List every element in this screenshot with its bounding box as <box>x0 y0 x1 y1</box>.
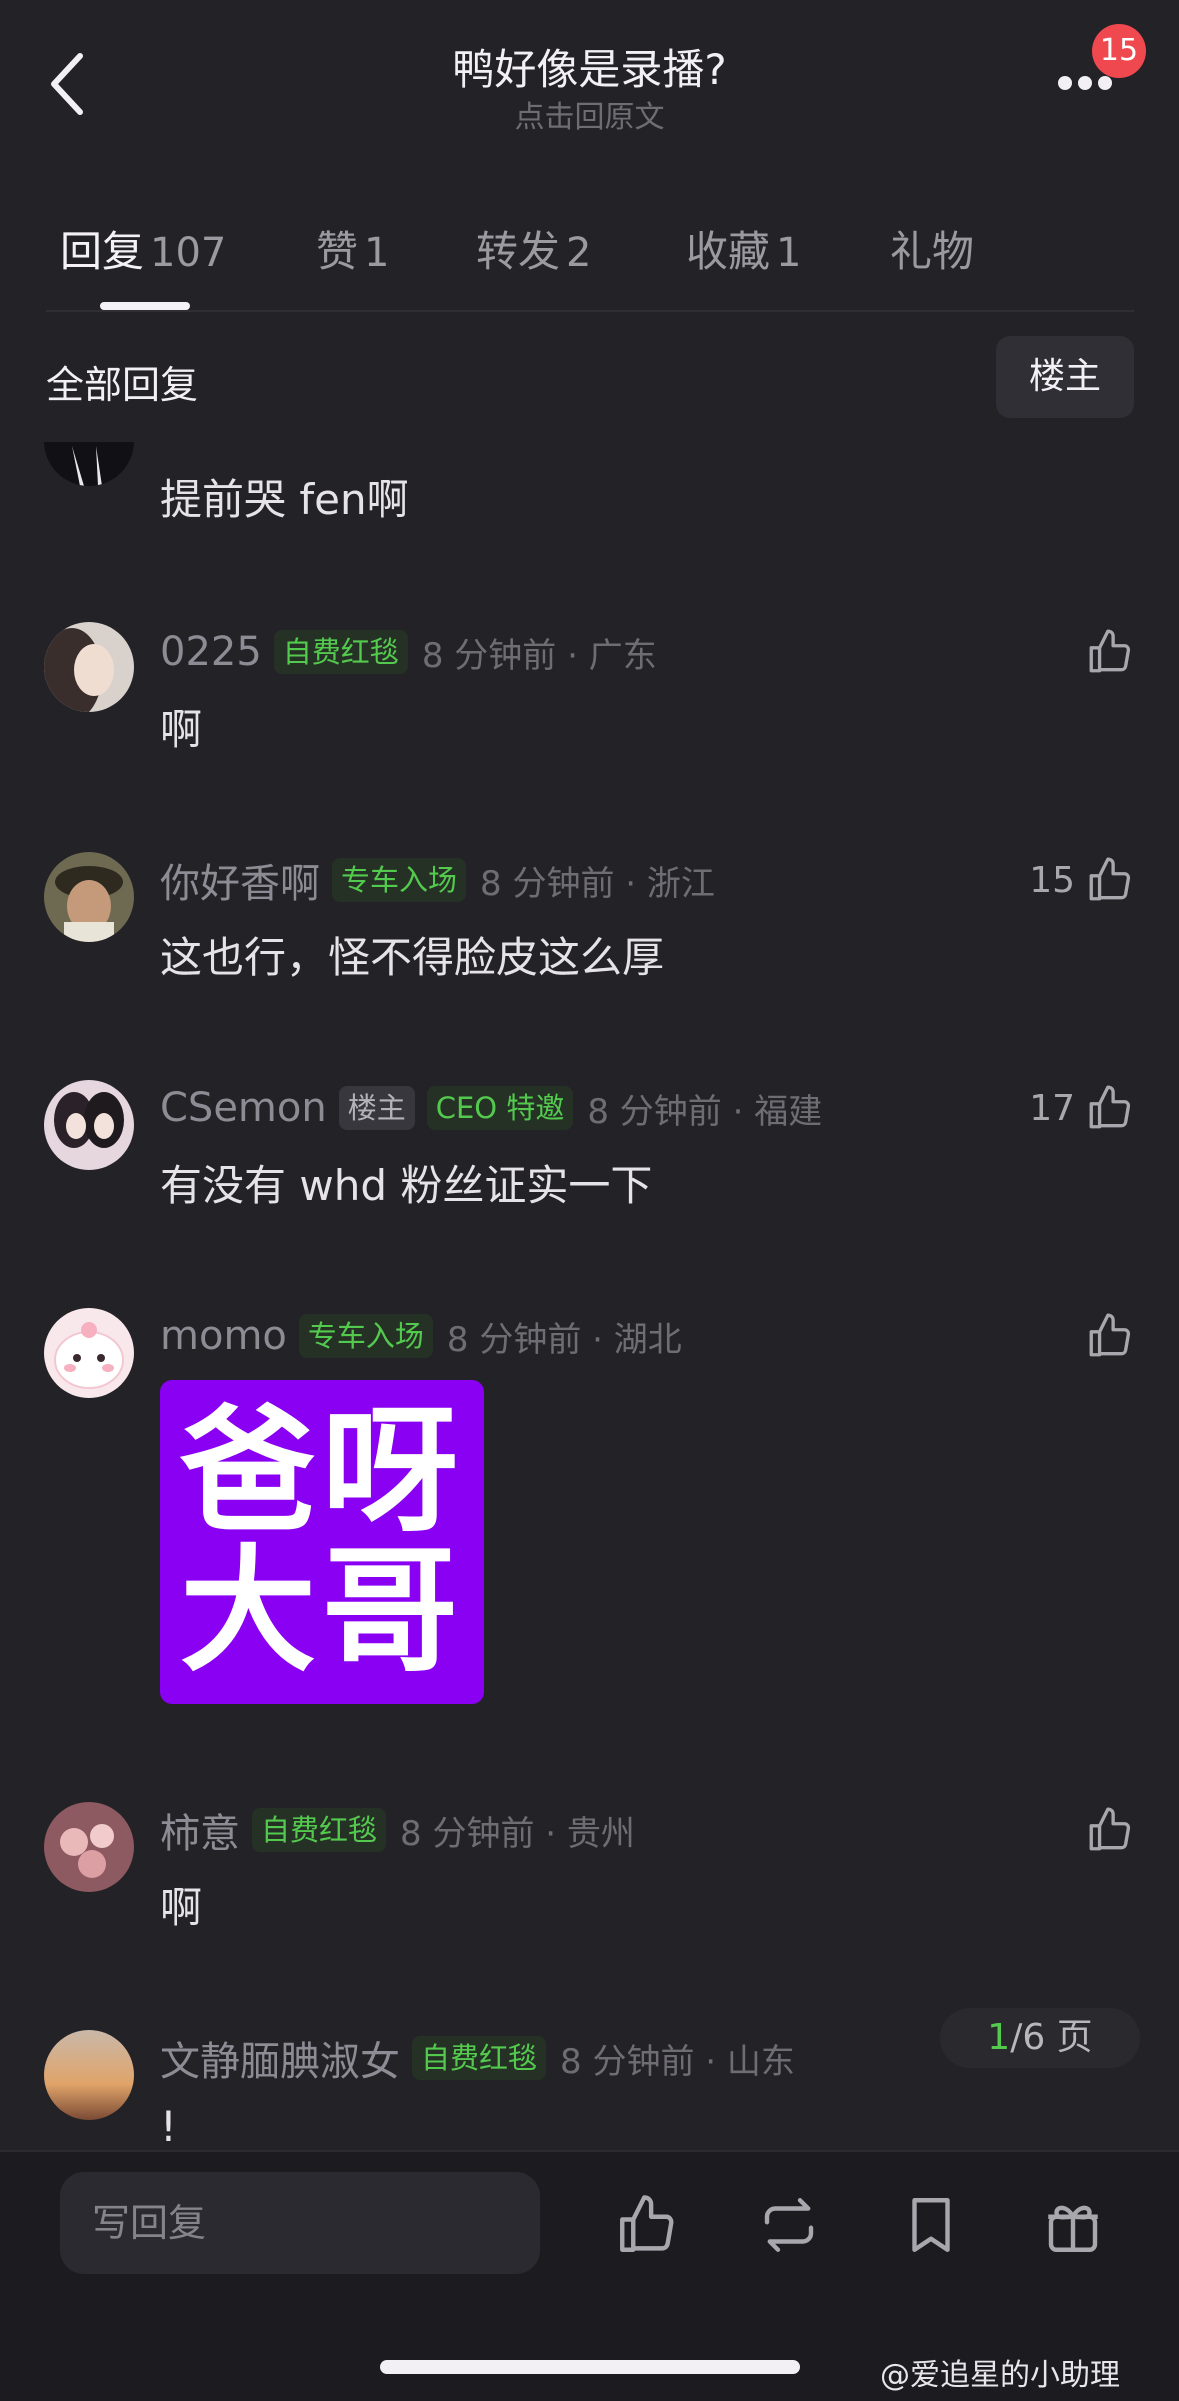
sticker-line: 爸呀 <box>180 1393 464 1551</box>
comment-header: momo 专车入场 8 分钟前 · 湖北 <box>160 1310 682 1362</box>
comment-text: ! <box>160 2102 177 2151</box>
section-title: 全部回复 <box>46 363 199 407</box>
timestamp: 8 分钟前 · 山东 <box>560 2041 795 2082</box>
gift-button[interactable] <box>1040 2192 1106 2258</box>
comment-text: 这也行，怪不得脸皮这么厚 <box>160 933 665 982</box>
comment-header: 你好香啊 专车入场 8 分钟前 · 浙江 <box>160 851 715 909</box>
page-title: 鸭好像是录播? <box>452 45 727 94</box>
timestamp: 8 分钟前 · 广东 <box>421 635 657 676</box>
avatar[interactable] <box>44 1080 134 1170</box>
timestamp: 8 分钟前 · 湖北 <box>446 1319 682 1360</box>
avatar[interactable] <box>44 1308 134 1398</box>
like-button[interactable] <box>1085 1308 1135 1364</box>
tab-active-indicator <box>100 302 190 310</box>
tab-label: 转发 <box>476 227 561 276</box>
like-button[interactable]: 15 <box>1029 852 1135 908</box>
notification-badge: 15 <box>1092 24 1146 78</box>
op-only-filter-button[interactable]: 楼主 <box>996 336 1134 418</box>
tab-reposts[interactable]: 转发 2 <box>476 218 591 279</box>
tab-likes[interactable]: 赞1 <box>316 218 389 279</box>
sticker-image[interactable]: 爸呀 大哥 <box>160 1380 484 1704</box>
repost-button[interactable] <box>756 2192 822 2258</box>
tab-favorites[interactable]: 收藏 1 <box>686 218 801 279</box>
comment-header: 文静腼腆淑女 自费红毯 8 分钟前 · 山东 <box>160 2029 795 2087</box>
username[interactable]: 柿意 <box>160 1801 240 1859</box>
tab-label: 收藏 <box>686 227 771 276</box>
thumbs-up-icon <box>1089 857 1131 901</box>
home-indicator[interactable] <box>380 2360 800 2374</box>
tab-count: 107 <box>150 230 227 276</box>
like-post-button[interactable] <box>614 2192 680 2258</box>
thumbs-up-icon <box>1089 1085 1131 1129</box>
thumbs-up-icon <box>1089 1807 1131 1851</box>
like-button[interactable]: 17 <box>1029 1080 1135 1136</box>
comment-text: 啊 <box>160 705 203 754</box>
comment-text: 有没有 whd 粉丝证实一下 <box>160 1161 653 1210</box>
page-indicator[interactable]: 1/6 页 <box>940 2008 1140 2068</box>
comment-header: CSemon 楼主 CEO 特邀 8 分钟前 · 福建 <box>160 1082 822 1134</box>
op-badge: 楼主 <box>338 1086 415 1130</box>
tab-count: 1 <box>776 230 802 276</box>
tab-count: 2 <box>566 230 592 276</box>
bookmark-button[interactable] <box>898 2192 964 2258</box>
user-badge: CEO 特邀 <box>426 1086 574 1130</box>
bookmark-icon <box>912 2198 950 2252</box>
comment-header: 0225 自费红毯 8 分钟前 · 广东 <box>160 626 657 678</box>
tab-label: 礼物 <box>890 227 975 276</box>
user-badge: 自费红毯 <box>252 1808 387 1852</box>
comment-text: 提前哭 fen啊 <box>160 475 409 524</box>
avatar[interactable] <box>44 2030 134 2120</box>
comment-header: 柿意 自费红毯 8 分钟前 · 贵州 <box>160 1801 635 1859</box>
thumbs-up-icon <box>1089 629 1131 673</box>
tab-count: 1 <box>364 230 390 276</box>
tab-label: 回复 <box>60 227 145 276</box>
tab-replies[interactable]: 回复 107 <box>60 218 226 279</box>
username[interactable]: CSemon <box>160 1085 327 1131</box>
user-badge: 自费红毯 <box>412 2036 547 2080</box>
sticker-line: 大哥 <box>180 1533 464 1691</box>
reply-input[interactable] <box>60 2172 540 2274</box>
user-badge: 专车入场 <box>332 858 467 902</box>
like-button[interactable] <box>1085 1802 1135 1858</box>
user-badge: 自费红毯 <box>273 630 408 674</box>
avatar[interactable] <box>44 1802 134 1892</box>
current-page: 1 <box>987 2017 1011 2058</box>
tab-label: 赞 <box>316 227 359 276</box>
avatar[interactable] <box>44 852 134 942</box>
username[interactable]: 0225 <box>160 629 262 675</box>
divider <box>46 310 1134 312</box>
timestamp: 8 分钟前 · 贵州 <box>400 1813 635 1854</box>
timestamp: 8 分钟前 · 浙江 <box>480 863 715 904</box>
username[interactable]: momo <box>160 1313 287 1359</box>
avatar[interactable] <box>44 622 134 712</box>
total-pages: /6 页 <box>1010 2017 1093 2058</box>
tab-gifts[interactable]: 礼物 <box>890 218 974 279</box>
comment-text: 啊 <box>160 1883 203 1932</box>
avatar[interactable] <box>44 442 134 486</box>
thumbs-up-icon <box>1089 1313 1131 1357</box>
thumbs-up-icon <box>620 2195 674 2252</box>
user-badge: 专车入场 <box>298 1314 433 1358</box>
repost-icon <box>764 2198 814 2252</box>
like-count: 15 <box>1029 859 1075 901</box>
watermark: @爱追星的小助理 <box>880 2358 1120 2393</box>
gift-icon <box>1048 2205 1098 2252</box>
username[interactable]: 文静腼腆淑女 <box>160 2029 400 2087</box>
username[interactable]: 你好香啊 <box>160 851 320 909</box>
like-button[interactable] <box>1085 624 1135 680</box>
back-to-original-link[interactable]: 点击回原文 <box>0 92 1179 136</box>
timestamp: 8 分钟前 · 福建 <box>587 1091 823 1132</box>
like-count: 17 <box>1029 1087 1075 1129</box>
